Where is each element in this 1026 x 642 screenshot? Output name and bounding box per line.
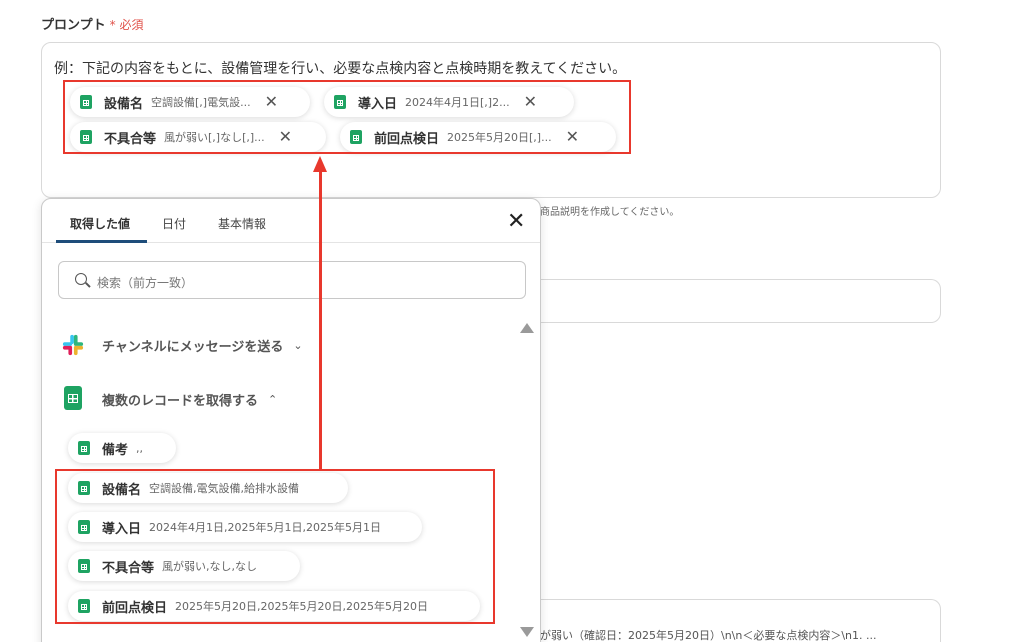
group-label: 複数のレコードを取得する xyxy=(102,394,259,409)
highlight-box-values xyxy=(55,469,495,624)
scroll-down-arrow[interactable] xyxy=(520,627,534,637)
prompt-label-text: プロンプト xyxy=(41,18,106,33)
required-badge: * 必須 xyxy=(109,18,144,32)
annotation-arrow-line xyxy=(319,170,322,470)
item-name: 備考 xyxy=(102,442,129,458)
slack-icon xyxy=(62,334,84,356)
scroll-up-arrow[interactable] xyxy=(520,323,534,333)
sheets-icon xyxy=(78,441,90,455)
output-text: が弱い（確認日：2025年5月20日）\n\n＜必要な点検内容＞\n1. ... xyxy=(540,629,877,642)
close-icon[interactable]: ✕ xyxy=(507,211,525,233)
secondary-input[interactable] xyxy=(540,279,941,323)
prompt-text: 例：下記の内容をもとに、設備管理を行い、必要な点検内容と点検時期を教えてください… xyxy=(54,61,627,77)
group-get-records[interactable]: 複数のレコードを取得する ⌃ xyxy=(102,390,277,409)
tab-basic-info[interactable]: 基本情報 xyxy=(218,215,266,232)
prompt-label: プロンプト * 必須 xyxy=(41,14,143,33)
search-icon xyxy=(75,273,87,285)
active-tab-indicator xyxy=(56,240,147,243)
tab-fetched-values[interactable]: 取得した値 xyxy=(70,215,130,232)
tab-date[interactable]: 日付 xyxy=(162,215,186,232)
annotation-arrow-head xyxy=(313,156,327,172)
search-input[interactable]: 検索（前方一致） xyxy=(58,261,526,299)
chevron-down-icon: ⌄ xyxy=(293,339,303,352)
group-label: チャンネルにメッセージを送る xyxy=(102,340,284,355)
group-send-channel-message[interactable]: チャンネルにメッセージを送る ⌄ xyxy=(102,336,303,355)
picker-tabs: 取得した値 日付 基本情報 ✕ xyxy=(42,199,540,243)
value-item-remarks[interactable]: 備考 ,, xyxy=(68,433,176,463)
chevron-up-icon: ⌃ xyxy=(268,393,278,406)
search-placeholder: 検索（前方一致） xyxy=(97,276,194,290)
highlight-box-prompt xyxy=(63,80,631,154)
item-value: ,, xyxy=(136,441,144,455)
sheets-icon xyxy=(64,386,82,410)
field-hint: 商品説明を作成してください。 xyxy=(540,207,680,218)
